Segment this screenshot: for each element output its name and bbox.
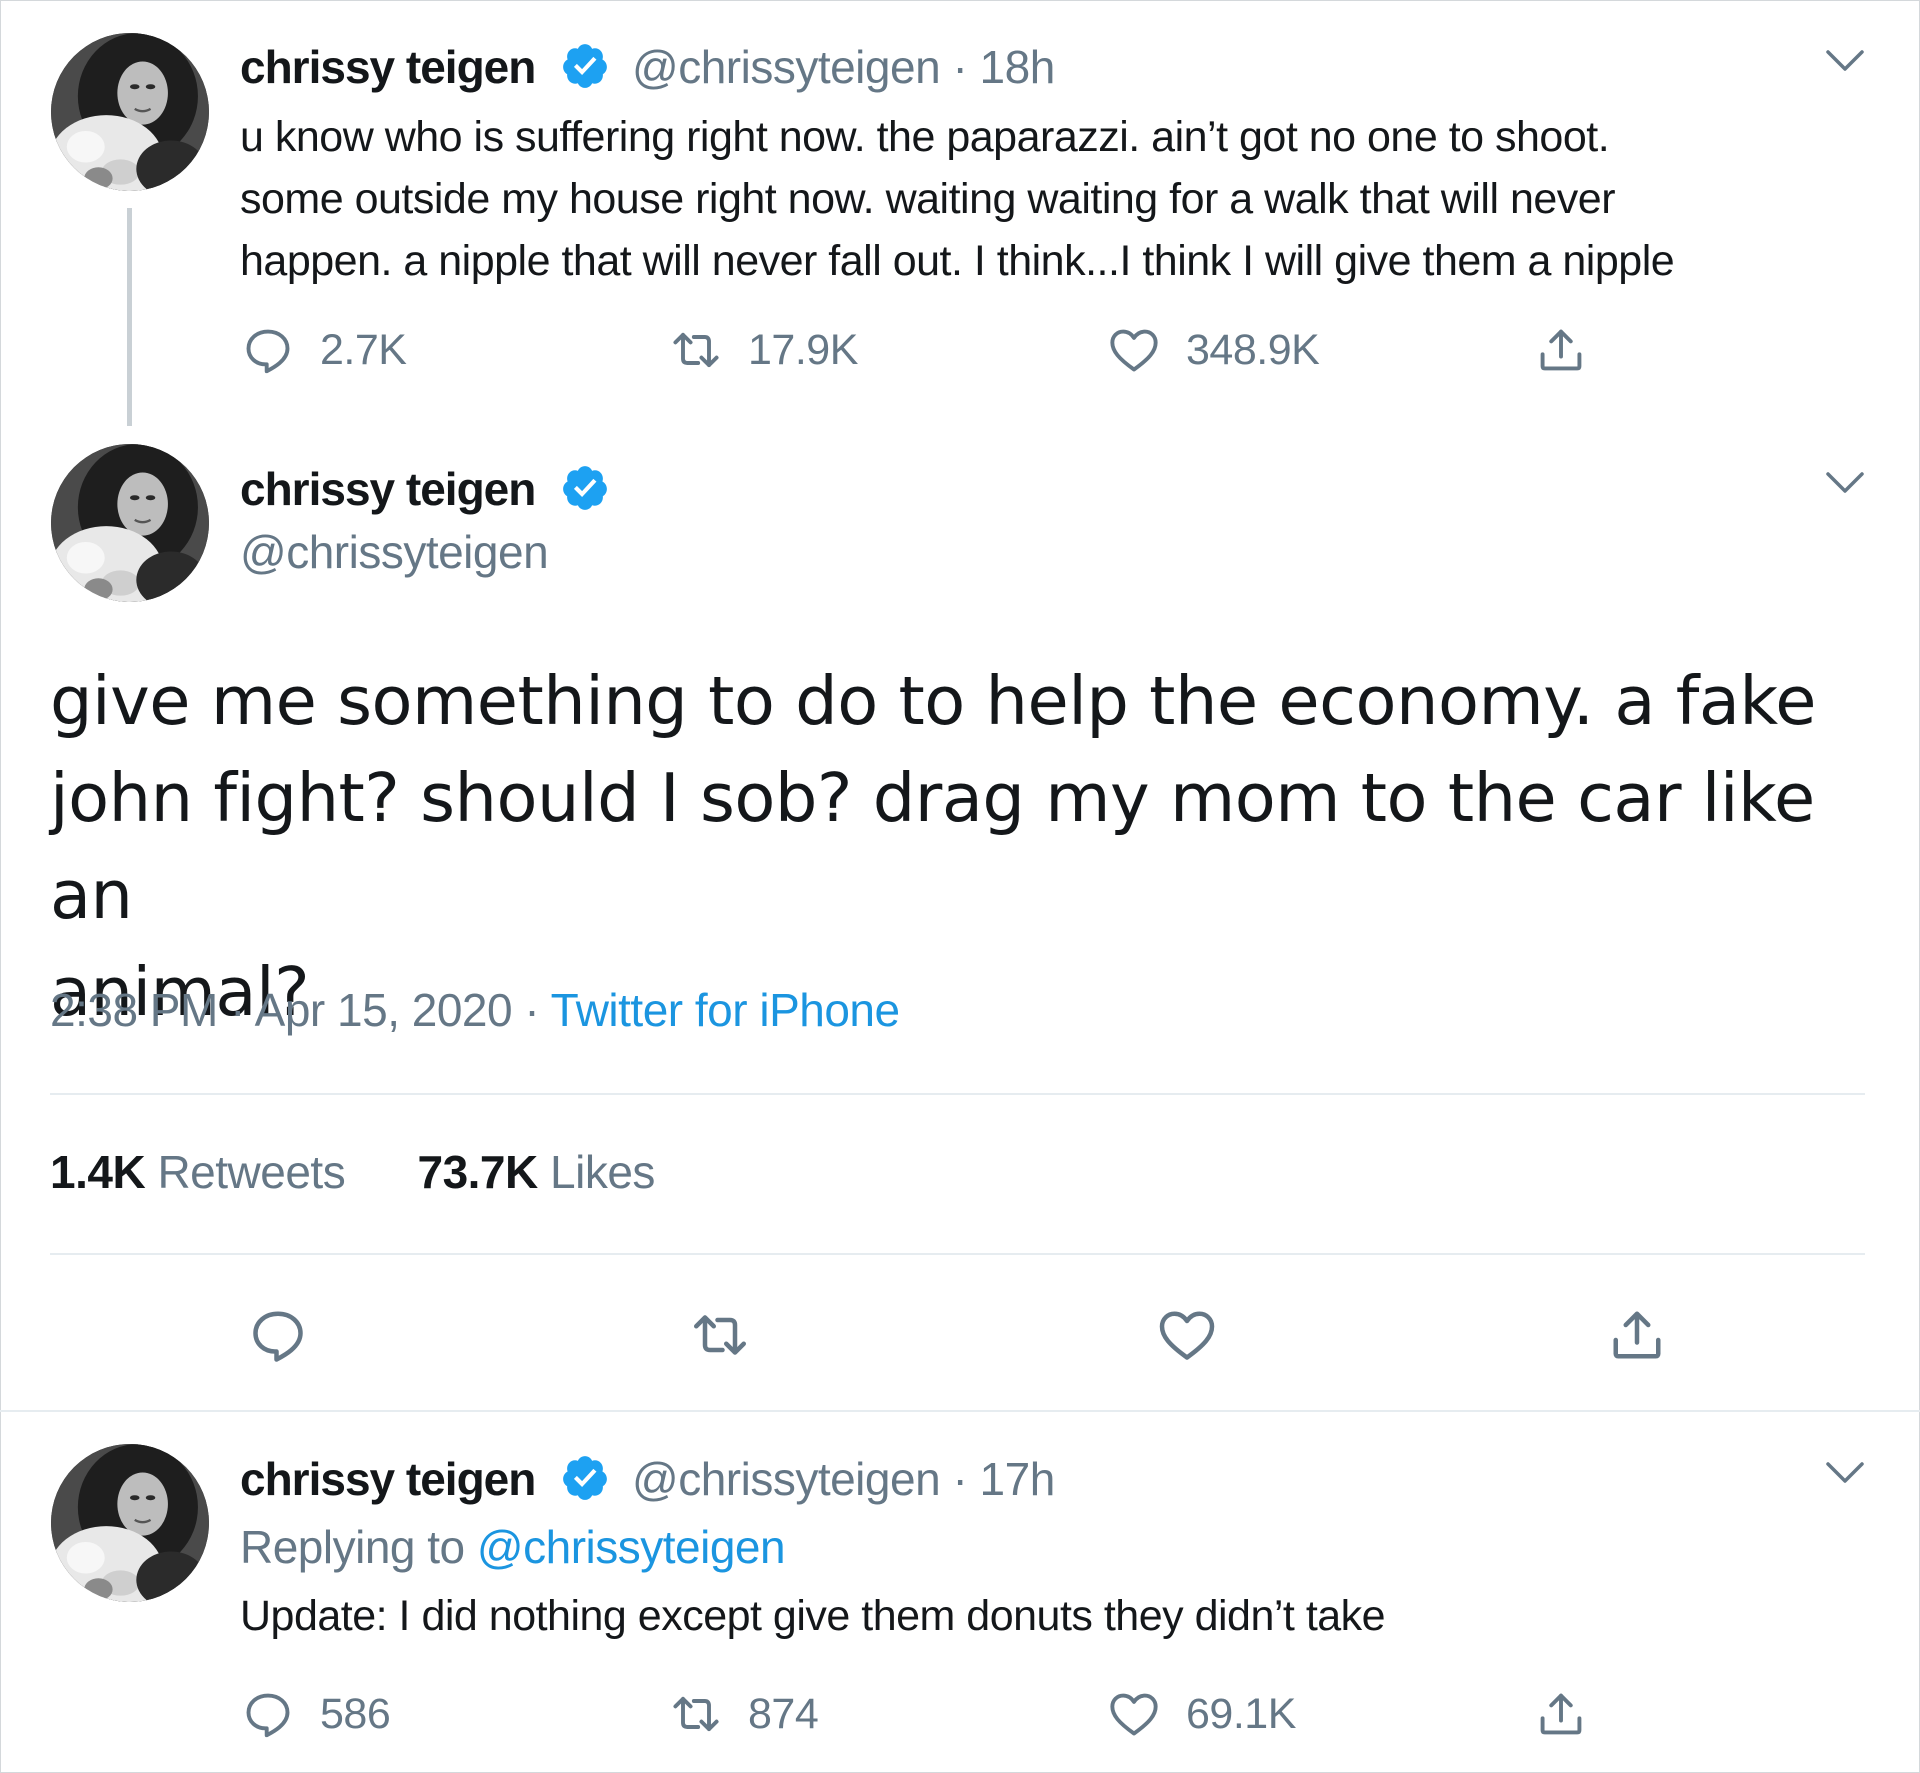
likes-count: 73.7K <box>417 1146 538 1198</box>
thread-connector-line <box>127 208 132 426</box>
reply-button[interactable]: 2.7K <box>242 320 407 380</box>
meta-separator: · <box>952 41 968 93</box>
chevron-down-icon[interactable] <box>1825 48 1865 74</box>
reply-tweet[interactable]: chrissy teigen @chrissyteigen · 17h Repl… <box>0 1412 1920 1773</box>
avatar[interactable] <box>51 33 209 191</box>
replying-to-handle[interactable]: @chrissyteigen <box>477 1521 786 1573</box>
retweet-count: 874 <box>748 1689 819 1738</box>
like-count: 348.9K <box>1186 325 1320 374</box>
tweet-text-line: john fight? should I sob? drag my mom to… <box>50 759 1815 934</box>
verified-badge-icon <box>560 463 610 513</box>
meta-separator: · <box>952 1453 968 1505</box>
tweet-date[interactable]: Apr 15, 2020 <box>255 984 513 1036</box>
tweet-time[interactable]: 2:38 PM <box>50 984 218 1036</box>
tweet-stats: 1.4K Retweets 73.7K Likes <box>50 1145 655 1199</box>
likes-stat[interactable]: 73.7K Likes <box>417 1146 655 1198</box>
tweet-time[interactable]: 17h <box>980 1453 1056 1505</box>
like-button[interactable]: 348.9K <box>1108 320 1320 380</box>
tweet-meta: @chrissyteigen · 18h <box>632 40 1055 94</box>
like-button[interactable]: 69.1K <box>1108 1684 1296 1744</box>
retweet-icon <box>670 1688 722 1740</box>
verified-badge-icon <box>560 41 610 91</box>
share-button[interactable] <box>1535 320 1587 380</box>
reply-icon <box>242 324 294 376</box>
author-handle[interactable]: @chrissyteigen <box>632 1453 941 1505</box>
divider <box>50 1093 1865 1095</box>
reply-button[interactable]: 586 <box>242 1684 391 1744</box>
tweet-source-link[interactable]: Twitter for iPhone <box>551 984 900 1036</box>
retweets-stat[interactable]: 1.4K Retweets <box>50 1146 346 1198</box>
tweet-text: Update: I did nothing except give them d… <box>240 1592 1386 1640</box>
likes-label: Likes <box>550 1146 655 1198</box>
retweets-count: 1.4K <box>50 1146 146 1198</box>
reply-icon[interactable] <box>248 1305 308 1365</box>
share-icon <box>1535 1688 1587 1740</box>
tweet-timestamp: 2:38 PM · Apr 15, 2020 · Twitter for iPh… <box>50 983 900 1037</box>
author-name[interactable]: chrissy teigen <box>240 40 536 94</box>
heart-icon <box>1108 1688 1160 1740</box>
retweet-icon[interactable] <box>690 1305 750 1365</box>
tweet-text: u know who is suffering right now. the p… <box>240 106 1890 292</box>
heart-icon[interactable] <box>1157 1305 1217 1365</box>
divider <box>50 1253 1865 1255</box>
replying-to: Replying to @chrissyteigen <box>240 1520 786 1574</box>
meta-separator: · <box>524 984 540 1036</box>
author-handle[interactable]: @chrissyteigen <box>632 41 941 93</box>
tweet-meta: @chrissyteigen · 17h <box>632 1452 1055 1506</box>
author-handle[interactable]: @chrissyteigen <box>240 525 549 579</box>
tweet-text-line: u know who is suffering right now. the p… <box>240 113 1610 161</box>
tweet-text-line: some outside my house right now. waiting… <box>240 175 1616 223</box>
retweets-label: Retweets <box>157 1146 346 1198</box>
avatar[interactable] <box>51 1444 209 1602</box>
retweet-button[interactable]: 874 <box>670 1684 819 1744</box>
chevron-down-icon[interactable] <box>1825 470 1865 496</box>
tweet-text-line: happen. a nipple that will never fall ou… <box>240 237 1675 285</box>
heart-icon <box>1108 324 1160 376</box>
thread-tweet[interactable]: chrissy teigen @chrissyteigen · 18h u kn… <box>0 0 1920 426</box>
retweet-count: 17.9K <box>748 325 858 374</box>
share-icon <box>1535 324 1587 376</box>
reply-icon <box>242 1688 294 1740</box>
reply-count: 2.7K <box>320 325 407 374</box>
author-name[interactable]: chrissy teigen <box>240 462 536 516</box>
tweet-time[interactable]: 18h <box>980 41 1056 93</box>
verified-badge-icon <box>560 1453 610 1503</box>
author-name[interactable]: chrissy teigen <box>240 1452 536 1506</box>
reply-count: 586 <box>320 1689 391 1738</box>
chevron-down-icon[interactable] <box>1825 1460 1865 1486</box>
retweet-button[interactable]: 17.9K <box>670 320 858 380</box>
share-icon[interactable] <box>1607 1305 1667 1365</box>
like-count: 69.1K <box>1186 1689 1296 1738</box>
replying-to-label: Replying to <box>240 1521 465 1573</box>
retweet-icon <box>670 324 722 376</box>
avatar[interactable] <box>51 444 209 602</box>
focused-tweet: chrissy teigen @chrissyteigen give me so… <box>0 425 1920 1412</box>
share-button[interactable] <box>1535 1684 1587 1744</box>
meta-separator: · <box>230 984 245 1036</box>
tweet-text-line: give me something to do to help the econ… <box>50 662 1817 740</box>
